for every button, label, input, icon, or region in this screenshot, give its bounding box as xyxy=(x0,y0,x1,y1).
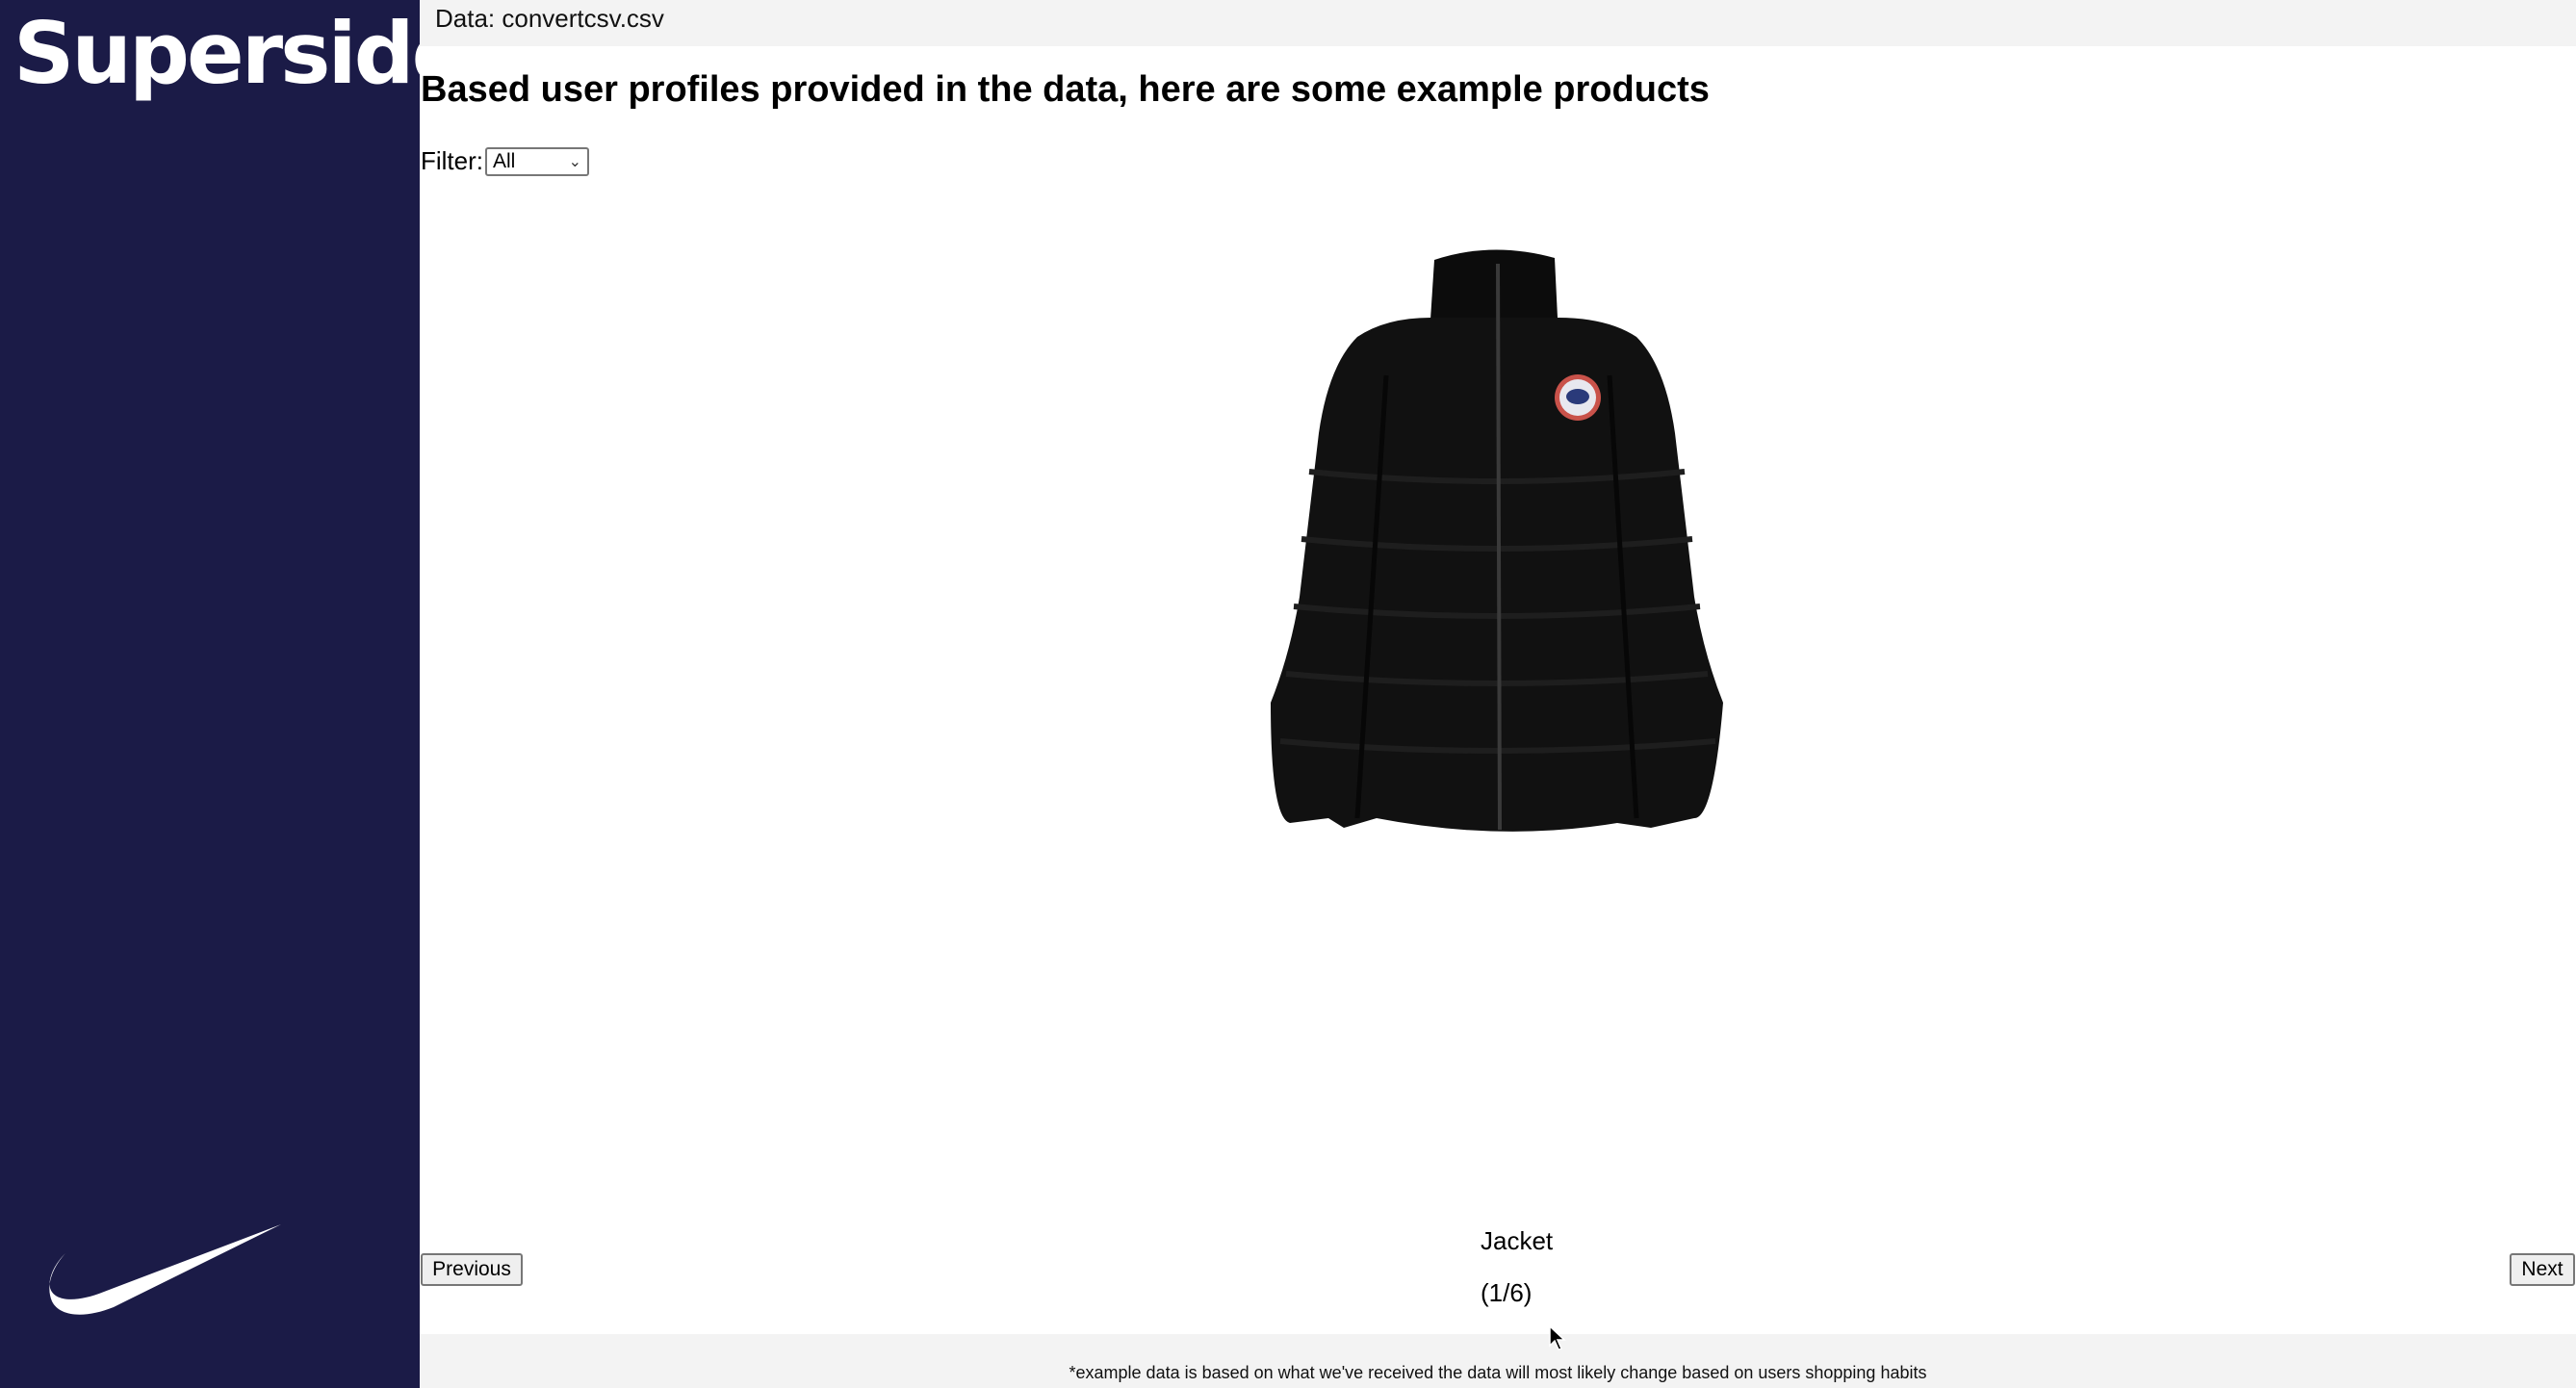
chevron-down-icon: ⌄ xyxy=(568,153,581,170)
nike-swoosh-icon xyxy=(49,1224,281,1315)
product-position: (1/6) xyxy=(1481,1278,1533,1307)
previous-button[interactable]: Previous xyxy=(421,1253,523,1286)
footer-note: *example data is based on what we've rec… xyxy=(1069,1363,1927,1382)
data-file-label: Data: convertcsv.csv xyxy=(435,4,664,33)
footer: *example data is based on what we've rec… xyxy=(420,1334,2576,1388)
filter-selected-value: All xyxy=(493,149,516,172)
filter-select[interactable]: All ⌄ xyxy=(485,146,589,176)
superside-logo: Superside xyxy=(13,4,469,103)
top-bar: Data: convertcsv.csv xyxy=(420,0,2576,46)
sidebar: Superside xyxy=(0,0,469,1388)
product-image xyxy=(1271,249,1723,832)
product-name: Jacket xyxy=(1481,1226,1554,1255)
mouse-cursor-icon xyxy=(1549,1324,1566,1350)
next-button[interactable]: Next xyxy=(2510,1253,2575,1286)
filter-label: Filter: xyxy=(421,146,483,175)
page-title: Based user profiles provided in the data… xyxy=(421,69,1710,110)
filter-control: Filter: All ⌄ xyxy=(421,146,589,176)
